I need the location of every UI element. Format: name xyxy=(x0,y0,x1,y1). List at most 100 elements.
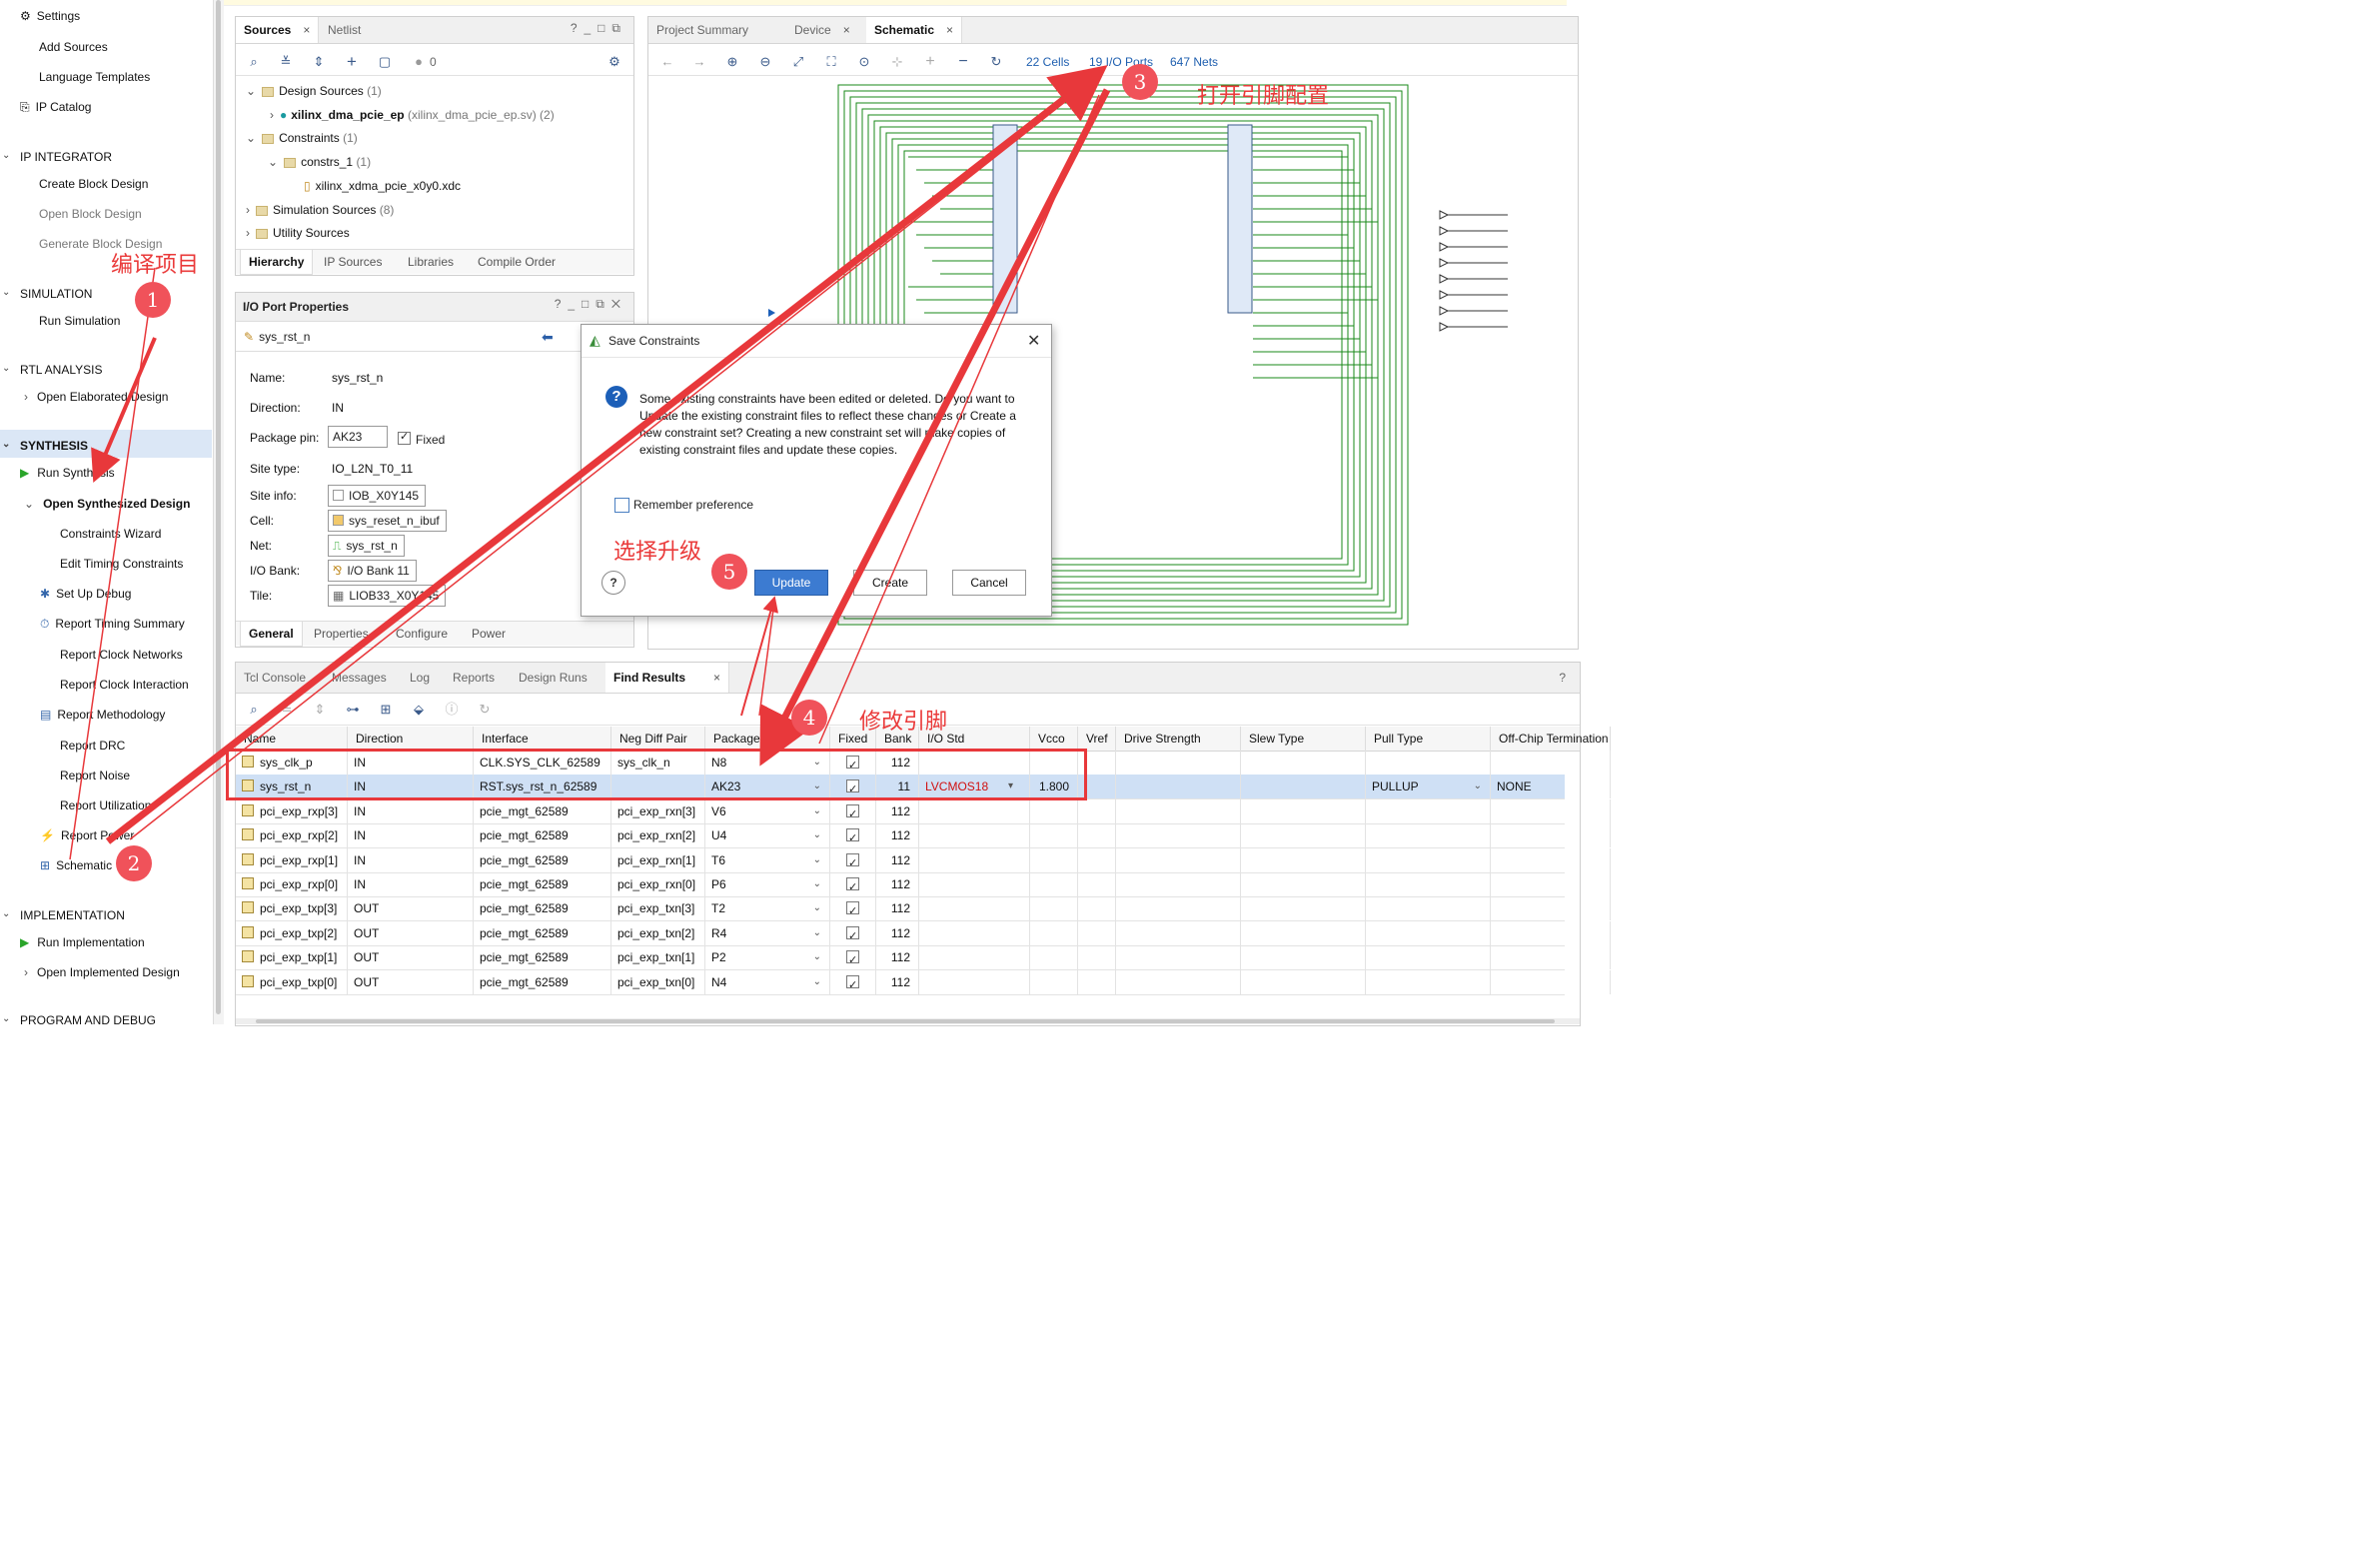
cell-pin[interactable]: R4 ⌄ xyxy=(705,920,830,945)
cell-name[interactable]: pci_exp_rxp[1] xyxy=(236,847,348,872)
chevron-down-icon[interactable]: ⌄ xyxy=(1474,775,1482,798)
cells-link[interactable]: 22 Cells xyxy=(1026,55,1069,69)
cell-pin[interactable]: P6 ⌄ xyxy=(705,872,830,896)
close-icon[interactable]: × xyxy=(713,671,720,685)
expand-all-icon[interactable]: ⇕ xyxy=(311,701,329,719)
refresh-icon[interactable]: ↻ xyxy=(476,701,494,719)
nav-language-templates[interactable]: Language Templates xyxy=(39,70,150,84)
subtab-hierarchy[interactable]: Hierarchy xyxy=(240,250,314,275)
cell-pin[interactable]: U4 ⌄ xyxy=(705,823,830,848)
nav-constraints-wizard[interactable]: Constraints Wizard xyxy=(60,527,161,541)
nav-report-drc[interactable]: Report DRC xyxy=(60,739,125,753)
create-button[interactable]: Create xyxy=(853,570,927,596)
section-program-and-debug[interactable]: ⌄ PROGRAM AND DEBUG xyxy=(2,1013,156,1027)
col-interface[interactable]: Interface xyxy=(474,727,611,751)
horizontal-scrollbar[interactable] xyxy=(236,1018,1580,1024)
expand-icon[interactable]: ⊹ xyxy=(888,53,906,71)
nav-report-clock-networks[interactable]: Report Clock Networks xyxy=(60,648,183,662)
expand-all-icon[interactable]: ⇕ xyxy=(310,53,328,71)
close-icon[interactable]: × xyxy=(843,23,850,37)
refresh-icon[interactable]: ↻ xyxy=(987,53,1005,71)
help-icon[interactable]: ? xyxy=(601,571,625,595)
col-name[interactable]: Name xyxy=(236,727,348,751)
col-slew-type[interactable]: Slew Type xyxy=(1241,727,1366,751)
table-row[interactable]: pci_exp_rxp[2] IN pcie_mgt_62589 pci_exp_rx… xyxy=(236,823,1611,849)
nav-report-power[interactable]: ⚡ Report Power xyxy=(40,828,134,842)
table-row[interactable]: pci_exp_txp[2] OUT pcie_mgt_62589 pci_exp_t… xyxy=(236,920,1611,946)
nav-report-methodology[interactable]: ▤ Report Methodology xyxy=(40,708,165,722)
tab-reports[interactable]: Reports xyxy=(445,663,503,693)
chevron-down-icon[interactable]: ⌄ xyxy=(813,970,821,994)
back-arrow-icon[interactable]: ⬅ xyxy=(542,329,554,346)
fixed-checkbox[interactable] xyxy=(846,826,859,847)
nav-report-clock-interaction[interactable]: Report Clock Interaction xyxy=(60,678,189,692)
tree-top-module[interactable]: › ● xilinx_dma_pcie_ep (xilinx_dma_pcie_ep… xyxy=(270,108,555,122)
section-implementation[interactable]: ⌄ IMPLEMENTATION xyxy=(2,908,125,922)
nav-edit-timing-constraints[interactable]: Edit Timing Constraints xyxy=(60,557,183,571)
nav-run-implementation[interactable]: ▶ Run Implementation xyxy=(20,935,145,949)
subtab-libraries[interactable]: Libraries xyxy=(400,250,462,274)
nav-run-simulation[interactable]: Run Simulation xyxy=(39,314,120,328)
chevron-down-icon[interactable]: ⌄ xyxy=(813,823,821,847)
io-bank-link[interactable]: ⅋ I/O Bank 11 xyxy=(328,560,417,582)
nav-schematic[interactable]: ⊞ Schematic xyxy=(40,858,112,872)
back-icon[interactable]: ← xyxy=(658,53,676,71)
package-pin-input[interactable]: AK23 xyxy=(328,426,388,448)
chevron-down-icon[interactable]: ⌄ xyxy=(813,945,821,969)
col-pull-type[interactable]: Pull Type xyxy=(1366,727,1491,751)
net-link[interactable]: ⎍ sys_rst_n xyxy=(328,535,405,557)
table-row[interactable]: pci_exp_txp[1] OUT pcie_mgt_62589 pci_exp_t… xyxy=(236,945,1611,971)
subtab-properties[interactable]: Properties xyxy=(306,622,377,646)
tab-design-runs[interactable]: Design Runs xyxy=(511,663,595,693)
nav-report-timing-summary[interactable]: ⏱ Report Timing Summary xyxy=(40,617,185,632)
table-row[interactable]: pci_exp_txp[0] OUT pcie_mgt_62589 pci_exp_t… xyxy=(236,969,1611,995)
collapse-all-icon[interactable]: ≚ xyxy=(277,53,295,71)
subtab-general[interactable]: General xyxy=(240,622,303,647)
horizontal-scrollbar-thumb[interactable] xyxy=(256,1019,1555,1023)
forward-icon[interactable]: → xyxy=(690,53,708,71)
cell-pin[interactable]: T2 ⌄ xyxy=(705,896,830,921)
nav-report-noise[interactable]: Report Noise xyxy=(60,769,130,782)
close-icon[interactable]: × xyxy=(946,23,953,37)
table-row[interactable]: pci_exp_rxp[3] IN pcie_mgt_62589 pci_exp_rx… xyxy=(236,798,1611,824)
nav-open-synthesized-design[interactable]: ⌄ Open Synthesized Design xyxy=(24,497,190,511)
tree-utility-sources[interactable]: › Utility Sources xyxy=(246,226,350,240)
cancel-button[interactable]: Cancel xyxy=(952,570,1026,596)
table-row[interactable]: pci_exp_rxp[1] IN pcie_mgt_62589 pci_exp_rx… xyxy=(236,847,1611,873)
zoom-in-icon[interactable]: ⊕ xyxy=(723,53,741,71)
search-icon[interactable]: ⌕ xyxy=(245,53,263,71)
section-ip-integrator[interactable]: ⌄ IP INTEGRATOR xyxy=(2,150,112,164)
tree-design-sources[interactable]: ⌄ Design Sources (1) xyxy=(246,84,382,98)
cell-pin[interactable]: N4 ⌄ xyxy=(705,969,830,994)
nav-ip-catalog[interactable]: ⎘ IP Catalog xyxy=(20,100,91,115)
search-icon[interactable]: ⌕ xyxy=(245,701,263,719)
fixed-checkbox[interactable]: Fixed xyxy=(398,430,445,447)
chevron-down-icon[interactable]: ⌄ xyxy=(813,921,821,945)
cell-name[interactable]: pci_exp_txp[1] xyxy=(236,945,348,970)
cell-name[interactable]: pci_exp_txp[3] xyxy=(236,896,348,921)
nav-create-block-design[interactable]: Create Block Design xyxy=(39,177,148,191)
tab-find-results[interactable]: Find Results × xyxy=(605,663,730,693)
cell-pin[interactable]: P2 ⌄ xyxy=(705,945,830,970)
subtab-ip-sources[interactable]: IP Sources xyxy=(316,250,390,274)
fixed-checkbox[interactable] xyxy=(846,973,859,994)
tile-link[interactable]: ▦ LIOB33_X0Y145 xyxy=(328,585,447,607)
site-info-link[interactable]: IOB_X0Y145 xyxy=(328,485,427,507)
fixed-checkbox[interactable] xyxy=(846,802,859,823)
tree-xdc-file[interactable]: ▯ xilinx_xdma_pcie_x0y0.xdc xyxy=(304,179,461,193)
fixed-checkbox[interactable] xyxy=(846,924,859,945)
collapse-all-icon[interactable]: ≚ xyxy=(278,701,296,719)
cell-pin[interactable]: T6 ⌄ xyxy=(705,847,830,872)
update-button[interactable]: Update xyxy=(754,570,828,596)
cell-pull[interactable]: PULLUP ⌄ xyxy=(1366,775,1491,799)
help-icon[interactable]: ? xyxy=(1559,671,1566,685)
col-neg-diff-pair[interactable]: Neg Diff Pair xyxy=(611,727,705,751)
minus-icon[interactable]: − xyxy=(954,53,972,71)
tab-netlist[interactable]: Netlist xyxy=(320,17,369,43)
nav-report-utilization[interactable]: Report Utilization xyxy=(60,798,151,812)
nav-scrollbar[interactable] xyxy=(213,0,224,1024)
tree-constrs-1[interactable]: ⌄ constrs_1 (1) xyxy=(268,155,371,169)
subtab-power[interactable]: Power xyxy=(464,622,514,646)
cell-name[interactable]: pci_exp_rxp[0] xyxy=(236,872,348,896)
add-icon[interactable]: + xyxy=(343,53,361,71)
